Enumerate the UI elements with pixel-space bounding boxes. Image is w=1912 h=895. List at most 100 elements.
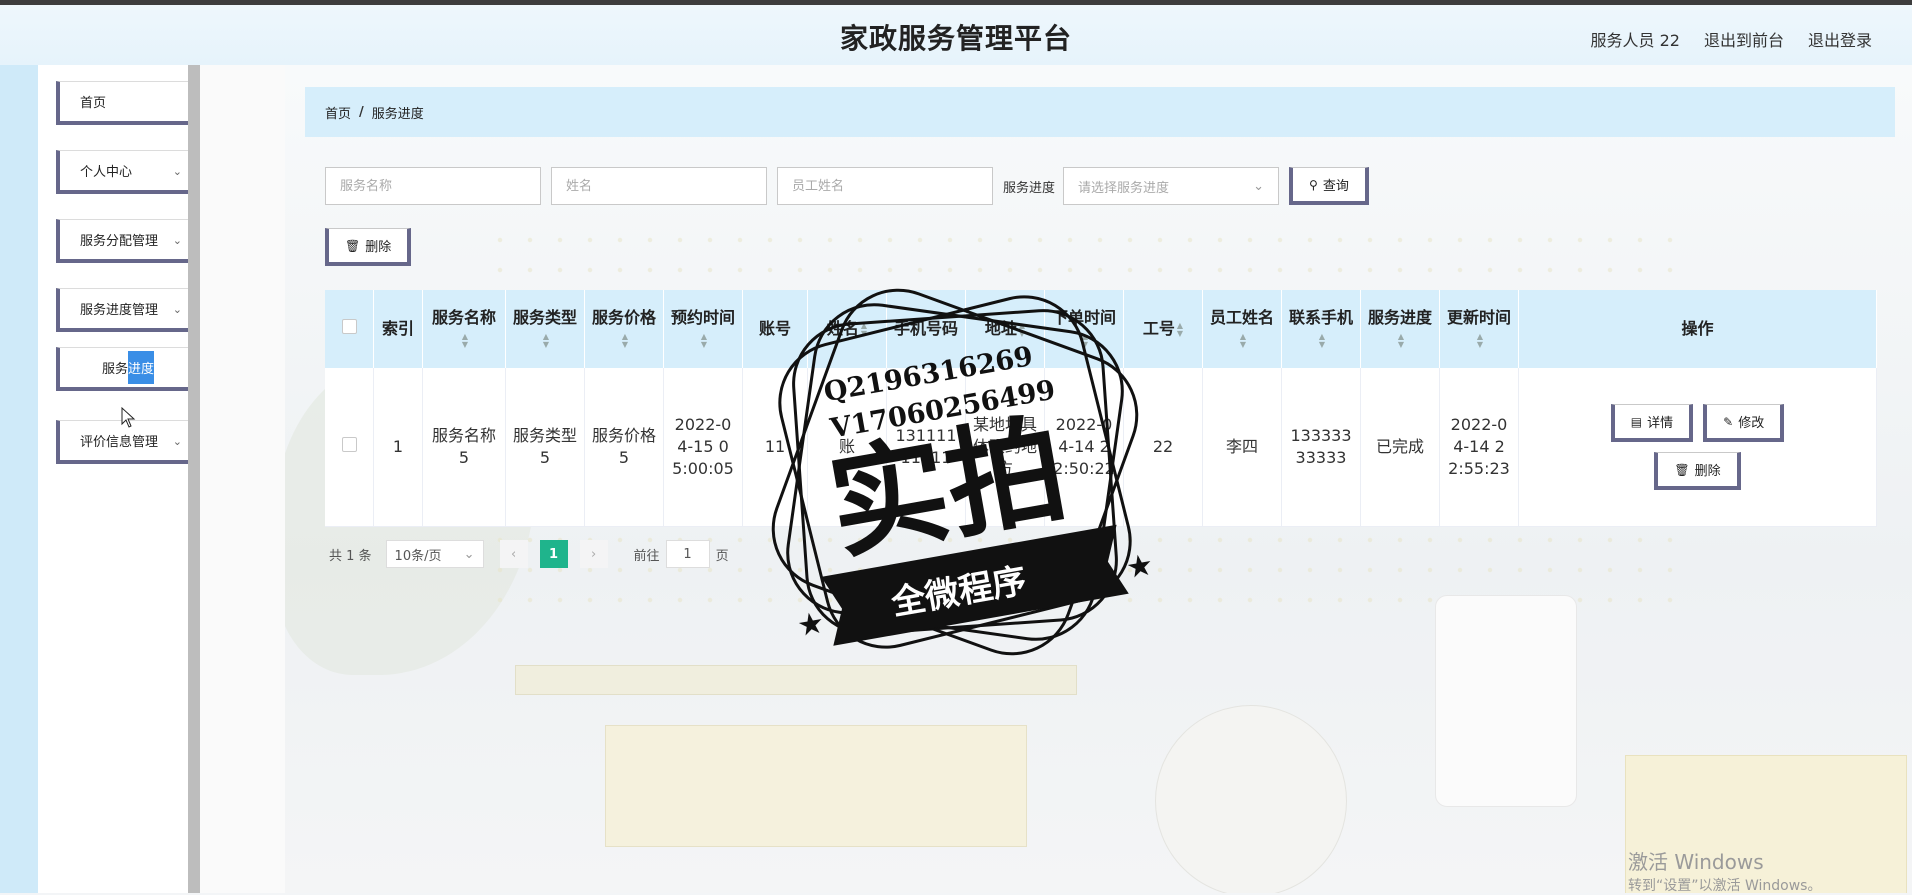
header-label: 操作 [1681, 319, 1714, 338]
next-page-button[interactable]: › [579, 540, 608, 568]
background-cylinder [1435, 595, 1577, 807]
service-name-input[interactable] [325, 167, 541, 205]
cell-update-time: 2022-04-14 22:55:23 [1439, 368, 1519, 527]
header-contact-phone[interactable]: 联系手机 ▲ ▼ [1281, 290, 1361, 368]
progress-select[interactable]: 请选择服务进度 ⌄ [1063, 167, 1280, 205]
left-rail [0, 65, 38, 893]
row-checkbox[interactable] [341, 437, 357, 452]
cell-service-name: 服务名称5 [422, 368, 506, 527]
header-label: 更新时间 [1446, 308, 1511, 327]
sort-icon[interactable]: ▲ ▼ [1319, 332, 1325, 349]
trash-icon: 🗑 [345, 238, 361, 253]
search-icon: ⚲ [1309, 177, 1318, 192]
sidebar-item-service-progress-management[interactable]: 服务进度管理 ⌄ [56, 288, 200, 332]
goto-page-input[interactable]: 1 [665, 540, 710, 568]
windows-activation-subtitle: 转到“设置”以激活 Windows。 [1628, 878, 1822, 894]
detail-button[interactable]: ▤ 详情 [1610, 404, 1694, 442]
header-service-type[interactable]: 服务类型 ▲ ▼ [505, 290, 585, 368]
current-user[interactable]: 服务人员 22 [1591, 27, 1680, 51]
sidebar-item-label: 评价信息管理 [80, 435, 159, 450]
sidebar-scrollbar[interactable] [188, 65, 200, 893]
sort-icon[interactable]: ▲ ▼ [622, 332, 628, 349]
sort-icon[interactable]: ▲ ▼ [701, 332, 707, 349]
select-all-checkbox[interactable] [341, 319, 357, 334]
page-unit-label: 页 [715, 548, 729, 564]
cell-contact-phone: 13333333333 [1281, 368, 1361, 527]
header-label: 索引 [381, 319, 414, 338]
breadcrumb-home[interactable]: 首页 [325, 103, 351, 122]
sort-icon[interactable]: ▲ ▼ [462, 332, 468, 349]
pagination-total: 共 1 条 [329, 548, 372, 564]
chevron-down-icon: ⌄ [172, 165, 182, 178]
edit-button-label: 修改 [1738, 416, 1765, 431]
header-label: 预约时间 [670, 308, 735, 327]
page-size-select[interactable]: 10条/页 ⌄ [385, 540, 484, 568]
cell-progress: 已完成 [1360, 368, 1440, 527]
logout-link[interactable]: 退出登录 [1808, 27, 1872, 51]
batch-delete-button[interactable]: 🗑 删除 [325, 228, 412, 266]
cell-service-type: 服务类型5 [505, 368, 585, 527]
header-actions: 操作 [1518, 290, 1877, 368]
chevron-down-icon: ⌄ [172, 303, 182, 316]
breadcrumb: 首页 / 服务进度 [305, 87, 1895, 137]
trash-icon: 🗑 [1674, 462, 1690, 477]
chevron-left-icon: ‹ [510, 546, 517, 562]
sidebar-item-home[interactable]: 首页 [56, 81, 200, 125]
sidebar: 首页 个人中心 ⌄ 服务分配管理 ⌄ 服务进度管理 ⌄ 服务 进度 评价信息管理 … [38, 65, 200, 893]
sidebar-item-personal-center[interactable]: 个人中心 ⌄ [56, 150, 200, 194]
back-to-front-link[interactable]: 退出到前台 [1704, 27, 1784, 51]
sidebar-subitem-label: 服务 [101, 362, 128, 377]
chevron-down-icon: ⌄ [172, 435, 182, 448]
sidebar-item-label: 服务分配管理 [80, 234, 159, 249]
header-staff-name[interactable]: 员工姓名 ▲ ▼ [1202, 290, 1282, 368]
header-index[interactable]: 索引 [373, 290, 423, 368]
search-bar: 服务进度 请选择服务进度 ⌄ ⚲ 查询 [325, 167, 1369, 205]
sidebar-subitem-service-progress[interactable]: 服务 进度 [56, 347, 200, 391]
header-label: 员工姓名 [1209, 308, 1274, 327]
page-number-current[interactable]: 1 [539, 540, 568, 568]
chevron-right-icon: › [590, 546, 597, 562]
background-shelf-box [605, 725, 1027, 847]
watermark-stamp: Q2196316269 V17060256499 实拍 全微程序 ★ ★ [771, 288, 1156, 656]
edit-button[interactable]: ✎ 修改 [1703, 404, 1785, 442]
sort-icon[interactable]: ▲ ▼ [1240, 332, 1246, 349]
chevron-down-icon: ⌄ [1253, 178, 1265, 194]
document-icon: ▤ [1630, 414, 1643, 429]
sort-icon[interactable]: ▲ ▼ [1477, 332, 1483, 349]
goto-label: 前往 [633, 548, 660, 564]
header-service-name[interactable]: 服务名称 ▲ ▼ [422, 290, 506, 368]
header-progress[interactable]: 服务进度 ▲ ▼ [1360, 290, 1440, 368]
header-label: 服务名称 [431, 308, 496, 327]
sidebar-item-service-assignment[interactable]: 服务分配管理 ⌄ [56, 219, 200, 263]
header-label: 服务进度 [1367, 308, 1432, 327]
sort-icon[interactable]: ▲ ▼ [1398, 332, 1404, 349]
sidebar-subitem-highlight: 进度 [128, 351, 155, 384]
star-icon: ★ [795, 605, 828, 644]
chevron-down-icon: ⌄ [463, 546, 475, 562]
detail-button-label: 详情 [1647, 416, 1674, 431]
row-delete-button[interactable]: 🗑 删除 [1654, 452, 1741, 490]
pagination: 共 1 条 10条/页 ⌄ ‹ 1 › 前往 1 页 [329, 540, 729, 568]
pencil-icon: ✎ [1723, 414, 1734, 429]
cell-booking-time: 2022-04-15 05:00:05 [663, 368, 743, 527]
cell-service-price: 服务价格5 [584, 368, 664, 527]
cell-index: 1 [373, 368, 423, 527]
windows-activation-title: 激活 Windows [1628, 850, 1764, 874]
query-button[interactable]: ⚲ 查询 [1289, 167, 1369, 205]
select-all-cell[interactable] [325, 290, 374, 368]
sort-icon[interactable]: ▲ ▼ [1177, 321, 1183, 338]
sidebar-item-label: 首页 [80, 96, 107, 111]
header-service-price[interactable]: 服务价格 ▲ ▼ [584, 290, 664, 368]
staff-name-input[interactable] [777, 167, 993, 205]
header-label: 服务类型 [512, 308, 577, 327]
prev-page-button[interactable]: ‹ [499, 540, 528, 568]
name-input[interactable] [551, 167, 767, 205]
batch-delete-label: 删除 [365, 240, 392, 255]
header-update-time[interactable]: 更新时间 ▲ ▼ [1439, 290, 1519, 368]
sort-icon[interactable]: ▲ ▼ [543, 332, 549, 349]
header-links: 服务人员 22 退出到前台 退出登录 [1591, 27, 1872, 51]
row-select-cell[interactable] [325, 368, 374, 527]
header-booking-time[interactable]: 预约时间 ▲ ▼ [663, 290, 743, 368]
page-size-value: 10条/页 [394, 548, 442, 564]
progress-select-placeholder: 请选择服务进度 [1078, 180, 1170, 196]
